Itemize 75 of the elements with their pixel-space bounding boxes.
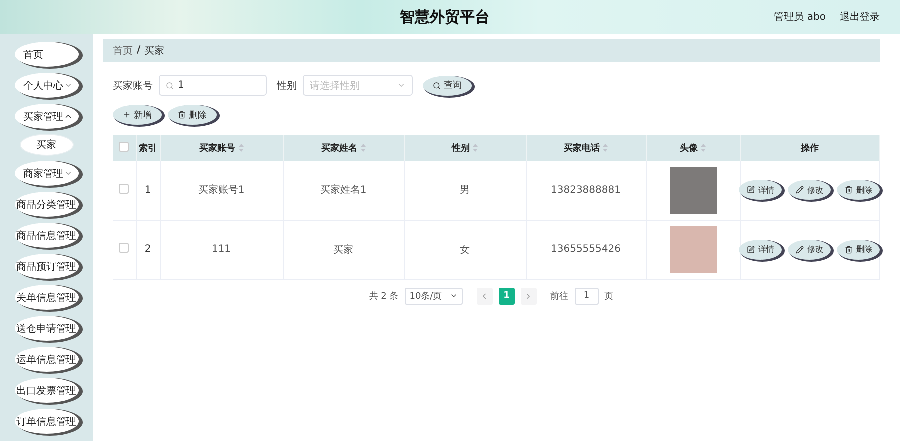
checkbox[interactable]: [119, 243, 130, 253]
pencil-icon: [796, 186, 804, 194]
edit-button[interactable]: 修改: [788, 240, 832, 260]
table-cell: 13823888881: [526, 161, 646, 220]
prev-page-button[interactable]: [476, 288, 493, 304]
pencil-icon: [796, 246, 804, 254]
menu-item[interactable]: 出口发票管理: [14, 378, 78, 403]
add-button[interactable]: 新增: [113, 105, 162, 125]
page-suffix: 页: [604, 290, 614, 302]
column-header: 操作: [740, 135, 880, 161]
delete-button[interactable]: 删除: [837, 180, 880, 200]
table-cell: 买家姓名1: [283, 161, 404, 220]
page-input[interactable]: 1: [574, 288, 599, 304]
query-button[interactable]: 查询: [423, 76, 472, 96]
trash-icon: [845, 246, 854, 254]
search-icon: [433, 82, 441, 90]
field-label: 买家账号: [113, 80, 153, 92]
table-cell: 买家: [283, 220, 404, 279]
checkbox[interactable]: [119, 184, 130, 194]
column-header[interactable]: 性别: [404, 135, 526, 161]
sort-icon[interactable]: [603, 144, 608, 152]
chevron-icon: [450, 292, 458, 300]
sort-icon[interactable]: [701, 144, 706, 152]
site-title: 智慧外贸平台: [399, 8, 492, 26]
table-cell: 女: [404, 220, 526, 279]
breadcrumb-link[interactable]: 买家: [144, 44, 165, 58]
trash-icon: [845, 186, 854, 194]
menu-item[interactable]: 买家管理: [14, 104, 78, 129]
account-input[interactable]: 1: [159, 75, 267, 96]
menu-item[interactable]: 商品预订管理: [14, 254, 78, 279]
delete-button[interactable]: 删除: [168, 105, 217, 125]
photo-placeholder: [670, 166, 716, 214]
sort-icon[interactable]: [238, 144, 244, 152]
column-header: 索引: [136, 135, 160, 161]
checkbox[interactable]: [119, 142, 130, 152]
breadcrumb-separator: /: [137, 45, 141, 56]
table-cell: 13655555426: [526, 220, 646, 279]
table-cell: 1: [136, 161, 160, 220]
total-count: 共 2 条: [369, 290, 399, 302]
menu-item[interactable]: 个人中心: [14, 73, 78, 98]
table-cell: 买家账号1: [160, 161, 283, 220]
menu-item[interactable]: 订单信息管理: [14, 409, 78, 434]
column-header[interactable]: 买家电话: [526, 135, 646, 161]
menu-item[interactable]: 商品信息管理: [14, 223, 78, 248]
submenu-item[interactable]: 买家: [20, 135, 72, 155]
photo-placeholder: [670, 226, 716, 273]
table-cell: 111: [160, 220, 283, 279]
plus-icon: [123, 111, 131, 119]
menu-item[interactable]: 商家管理: [14, 161, 78, 186]
menu-item[interactable]: 送仓申请管理: [14, 316, 78, 341]
menu-item[interactable]: 关单信息管理: [14, 285, 78, 310]
column-header[interactable]: 头像: [646, 135, 740, 161]
table-cell: 2: [136, 220, 160, 279]
detail-button[interactable]: 详情: [739, 180, 782, 200]
goto-label: 前往: [550, 290, 569, 302]
trash-icon: [178, 111, 186, 119]
column-header[interactable]: 买家姓名: [283, 135, 404, 161]
user-name: 管理员 abo: [774, 11, 826, 24]
menu-item[interactable]: 运单信息管理: [14, 347, 78, 372]
field-label: 性别: [277, 80, 297, 92]
logout-link[interactable]: 退出登录: [840, 10, 880, 24]
column-header[interactable]: 买家账号: [160, 135, 283, 161]
page-size-select[interactable]: 10条/页: [404, 288, 463, 304]
detail-button[interactable]: 详情: [739, 240, 782, 260]
menu-item[interactable]: 商品分类管理: [14, 192, 78, 217]
sort-icon[interactable]: [473, 144, 478, 152]
search-icon: [166, 82, 174, 90]
next-page-button[interactable]: [520, 288, 537, 304]
chevron-icon: [397, 81, 406, 90]
table-cell: 男: [404, 161, 526, 220]
menu-item[interactable]: 首页: [14, 42, 78, 67]
breadcrumb-link[interactable]: 首页: [113, 44, 133, 58]
sort-icon[interactable]: [360, 144, 366, 152]
delete-button[interactable]: 删除: [837, 240, 880, 260]
edit-button[interactable]: 修改: [788, 180, 832, 200]
